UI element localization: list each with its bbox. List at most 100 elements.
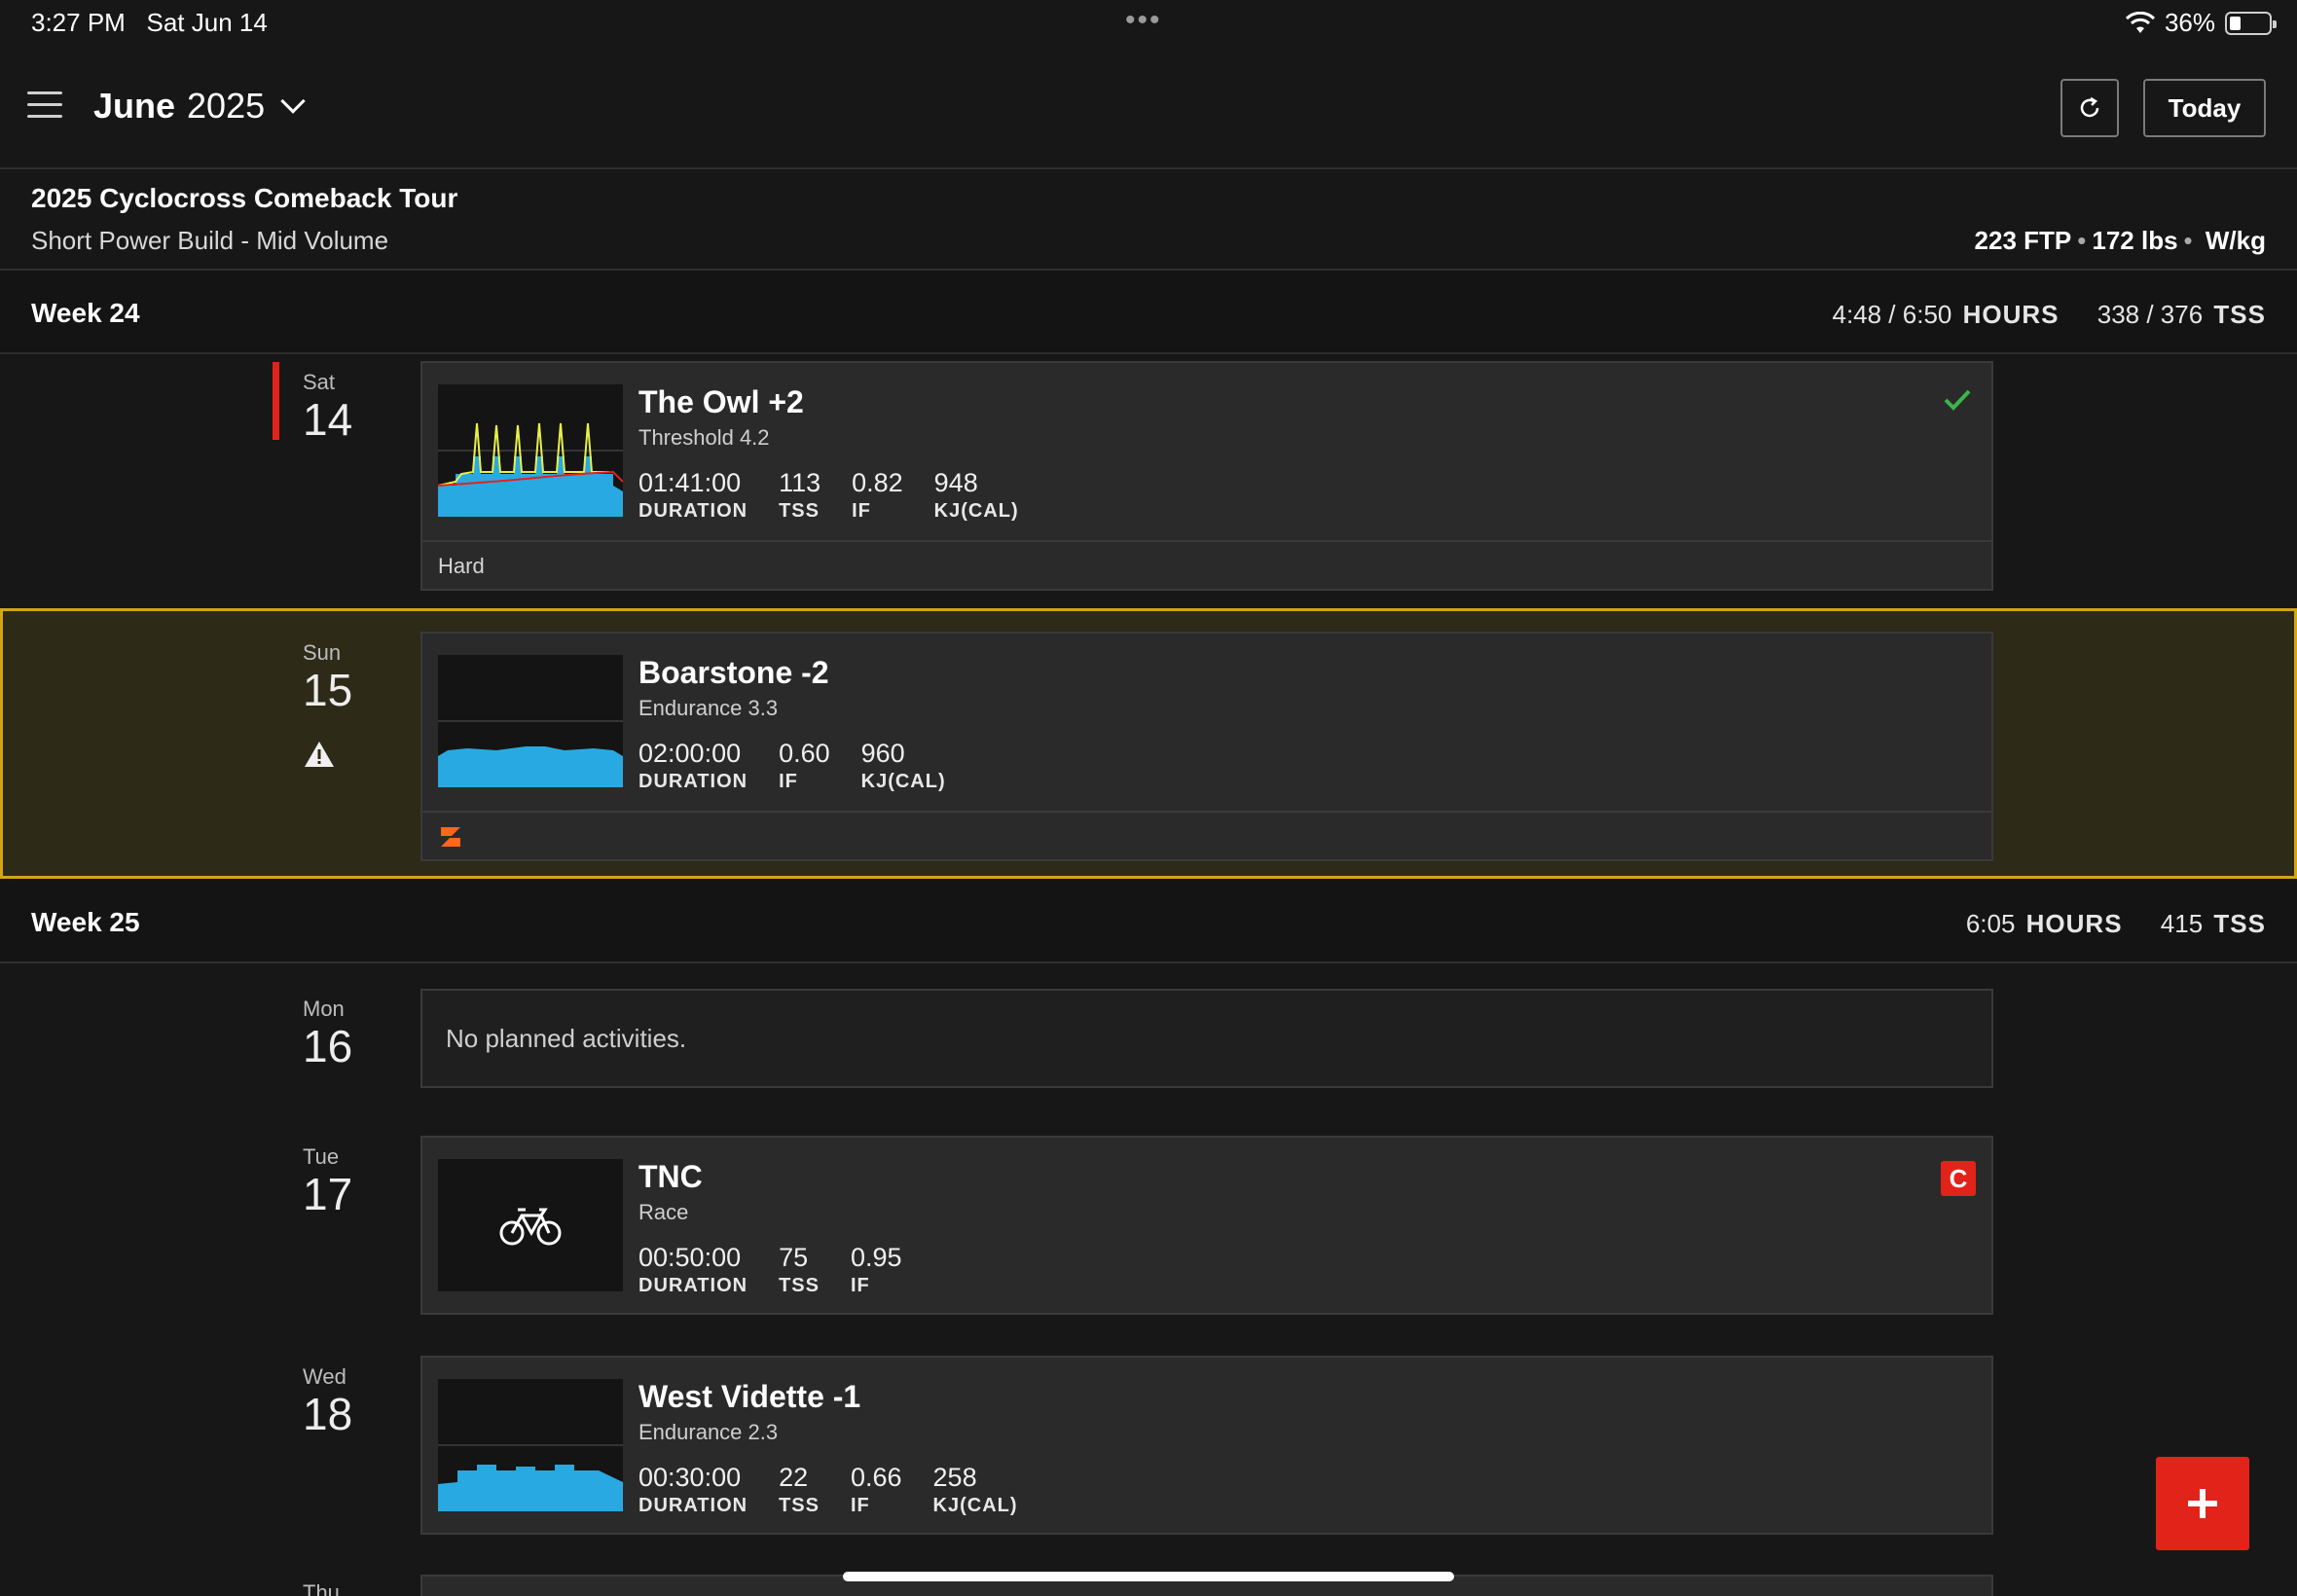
workout-card[interactable]: The Owl +2 Threshold 4.2 01:41:00 DURATIO… xyxy=(420,361,1993,591)
today-button[interactable]: Today xyxy=(2143,79,2266,137)
tss-value: 113 xyxy=(779,468,821,497)
plan-title: 2025 Cyclocross Comeback Tour xyxy=(31,183,458,213)
status-bar: 3:27 PM Sat Jun 14 ••• 36% xyxy=(0,0,2297,47)
metric-kj: 960 KJ(CAL) xyxy=(861,739,946,793)
tss-label: TSS xyxy=(779,500,820,522)
duration-value: 02:00:00 xyxy=(638,739,742,768)
workout-metrics: 02:00:00 DURATION 0.60 IF 960 KJ(CAL) xyxy=(638,739,946,793)
workout-subtitle: Race xyxy=(638,1200,689,1224)
week-stats: 6:05 HOURS 415 TSS xyxy=(1966,909,2266,939)
week-title: Week 25 xyxy=(31,907,140,937)
day-number: 16 xyxy=(303,1021,353,1071)
workout-title: TNC xyxy=(638,1159,703,1194)
day-label-sat: Sat 14 xyxy=(303,370,352,446)
battery-percent: 36% xyxy=(2164,8,2215,37)
if-value: 0.95 xyxy=(850,1243,902,1272)
metric-tss: 22 TSS xyxy=(779,1463,820,1517)
week-hours-label: HOURS xyxy=(1962,300,2060,329)
if-value: 0.60 xyxy=(779,739,830,768)
workout-profile-thumbnail xyxy=(438,1379,623,1511)
bike-icon xyxy=(499,1208,562,1246)
day-name: Mon xyxy=(303,997,345,1021)
month-label: June xyxy=(93,86,176,126)
year-label: 2025 xyxy=(187,86,266,126)
day-number: 14 xyxy=(303,394,353,445)
week-tss-value: 415 xyxy=(2160,909,2204,938)
week-tss-value: 338 / 376 xyxy=(2096,300,2204,329)
status-time: 3:27 PM Sat Jun 14 xyxy=(31,8,268,38)
week-tss-label: TSS xyxy=(2213,300,2266,329)
metric-tss: 75 TSS xyxy=(779,1243,820,1297)
kj-label: KJ(CAL) xyxy=(932,1495,1018,1516)
workout-subtitle: Endurance 3.3 xyxy=(638,696,779,720)
duration-value: 01:41:00 xyxy=(638,468,742,497)
workout-subtitle: Threshold 4.2 xyxy=(638,425,770,450)
day-name: Sat xyxy=(303,370,336,394)
metric-kj: 948 KJ(CAL) xyxy=(934,468,1019,523)
metric-duration: 02:00:00 DURATION xyxy=(638,739,747,793)
week-tss-label: TSS xyxy=(2213,909,2266,938)
race-priority-badge: C xyxy=(1941,1161,1976,1196)
day-number: 17 xyxy=(303,1169,353,1219)
weight-value: 172 lbs xyxy=(2092,226,2178,255)
day-name: Tue xyxy=(303,1144,340,1169)
day-number: 18 xyxy=(303,1389,353,1439)
empty-day-card[interactable]: No planned activities. xyxy=(420,989,1993,1088)
battery-icon xyxy=(2225,11,2277,35)
plus-icon xyxy=(2188,1489,2217,1518)
status-date: Sat Jun 14 xyxy=(146,8,268,37)
day-name: Wed xyxy=(303,1364,346,1389)
calendar-header: June 2025 Today xyxy=(0,47,2297,169)
metric-duration: 00:50:00 DURATION xyxy=(638,1243,747,1297)
week-header: Week 24 4:48 / 6:50 HOURS 338 / 376 TSS xyxy=(0,271,2297,354)
duration-value: 00:30:00 xyxy=(638,1463,742,1492)
if-label: IF xyxy=(779,771,798,792)
status-clock: 3:27 PM xyxy=(31,8,126,37)
day-label-mon: Mon 16 xyxy=(303,997,352,1072)
athlete-stats: 223 FTP • 172 lbs • W/kg xyxy=(1974,226,2266,255)
kj-value: 948 xyxy=(933,468,978,497)
metric-duration: 00:30:00 DURATION xyxy=(638,1463,747,1517)
kj-value: 960 xyxy=(860,739,905,768)
add-workout-button[interactable] xyxy=(2156,1457,2249,1550)
refresh-icon xyxy=(2080,96,2099,118)
workout-metrics: 01:41:00 DURATION 113 TSS 0.82 IF 948 KJ(CAL… xyxy=(638,468,1019,523)
workout-card[interactable]: Boarstone -2 Endurance 3.3 02:00:00 DURAT… xyxy=(420,632,1993,861)
day-name: Sun xyxy=(303,640,342,665)
workout-profile-thumbnail xyxy=(438,655,623,787)
day-label-wed: Wed 18 xyxy=(303,1364,352,1440)
ftp-value: 223 FTP xyxy=(1974,226,2072,255)
week-stats: 4:48 / 6:50 HOURS 338 / 376 TSS xyxy=(1832,300,2266,330)
workout-metrics: 00:50:00 DURATION 75 TSS 0.95 IF xyxy=(638,1243,902,1297)
menu-icon[interactable] xyxy=(27,91,62,119)
week-hours-value: 4:48 / 6:50 xyxy=(1832,300,1952,329)
check-icon xyxy=(1944,389,1971,411)
workout-metrics: 00:30:00 DURATION 22 TSS 0.66 IF 258 KJ(CAL) xyxy=(638,1463,1018,1517)
home-indicator[interactable] xyxy=(843,1572,1454,1581)
workout-card[interactable]: TNC Race 00:50:00 DURATION 75 TSS 0.95 IF C xyxy=(420,1136,1993,1315)
metric-if: 0.66 IF xyxy=(851,1463,902,1517)
metric-tss: 113 TSS xyxy=(779,468,820,523)
if-value: 0.82 xyxy=(852,468,903,497)
workout-subtitle: Endurance 2.3 xyxy=(638,1420,779,1444)
if-label: IF xyxy=(852,500,871,522)
kj-label: KJ(CAL) xyxy=(860,771,946,792)
duration-value: 00:50:00 xyxy=(638,1243,742,1272)
refresh-button[interactable] xyxy=(2060,79,2119,137)
day-label-thu: Thu xyxy=(303,1580,340,1596)
workout-title: The Owl +2 xyxy=(638,384,804,419)
wifi-icon xyxy=(2125,11,2155,33)
warning-icon[interactable] xyxy=(303,740,336,769)
kj-value: 258 xyxy=(932,1463,977,1492)
event-thumbnail xyxy=(438,1159,623,1291)
workout-title: Boarstone -2 xyxy=(638,655,829,690)
month-selector[interactable]: June 2025 xyxy=(93,86,306,127)
multitask-dots-icon[interactable]: ••• xyxy=(1125,4,1162,37)
zwift-icon xyxy=(441,827,460,847)
if-value: 0.66 xyxy=(850,1463,902,1492)
workout-title: West Vidette -1 xyxy=(638,1379,861,1414)
chevron-down-icon xyxy=(280,89,306,114)
day-label-tue: Tue 17 xyxy=(303,1144,352,1220)
tss-value: 22 xyxy=(779,1463,809,1492)
workout-card[interactable]: West Vidette -1 Endurance 2.3 00:30:00 DU… xyxy=(420,1356,1993,1535)
